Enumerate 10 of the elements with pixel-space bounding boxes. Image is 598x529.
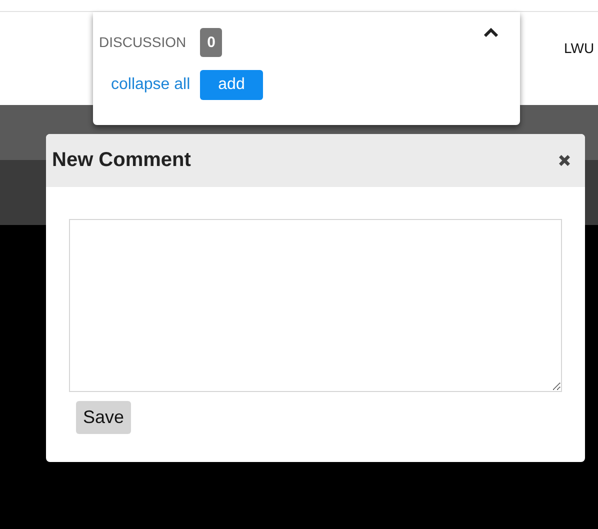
close-icon[interactable] bbox=[558, 154, 571, 167]
collapse-icon[interactable] bbox=[484, 28, 498, 38]
add-button[interactable]: add bbox=[200, 70, 263, 100]
header-label: LWU bbox=[564, 40, 594, 56]
discussion-title: DISCUSSION bbox=[99, 34, 186, 50]
collapse-all-link[interactable]: collapse all bbox=[111, 76, 190, 94]
comment-field[interactable] bbox=[69, 219, 562, 392]
dialog-title: New Comment bbox=[52, 149, 191, 172]
comment-count: 0 bbox=[200, 28, 222, 56]
save-button[interactable]: Save bbox=[76, 401, 132, 434]
